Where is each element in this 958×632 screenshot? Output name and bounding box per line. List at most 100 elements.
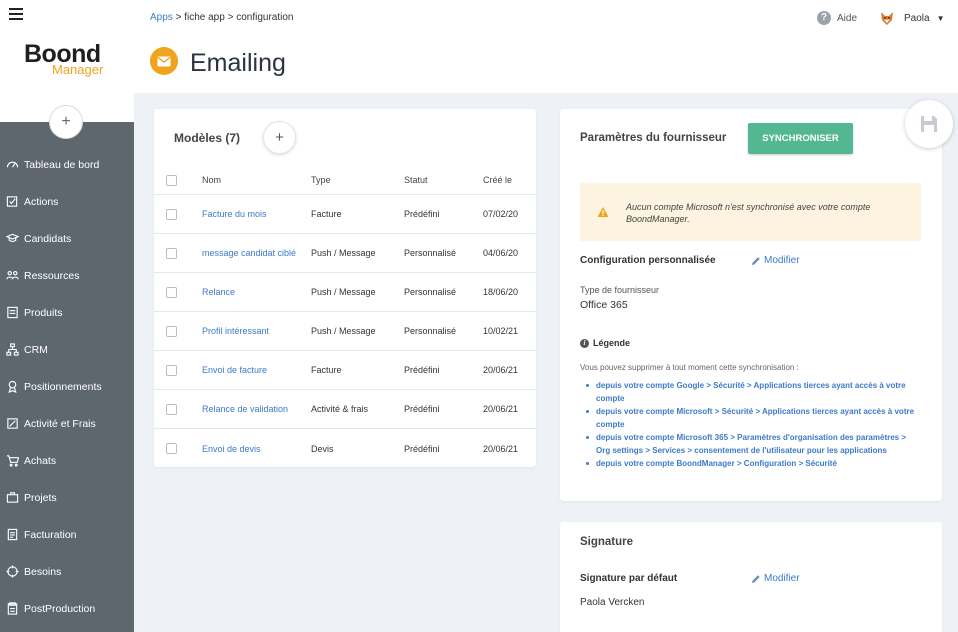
sidebar-item-facturation[interactable]: Facturation <box>0 516 134 553</box>
signature-value: Paola Vercken <box>580 597 645 608</box>
pencil-icon <box>752 256 760 265</box>
info-icon: i <box>580 338 589 348</box>
model-type: Activité & frais <box>311 404 369 414</box>
signature-card: Signature Signature par défaut Modifier … <box>560 522 942 632</box>
table-row[interactable]: Envoi de facture Facture Prédéfini 20/06/21 <box>154 351 536 390</box>
sidebar-item-label: Tableau de bord <box>24 158 100 171</box>
sidebar-item-actions[interactable]: Actions <box>0 183 134 220</box>
column-header-status[interactable]: Statut <box>404 175 483 185</box>
sidebar-item-label: Ressources <box>24 269 80 282</box>
save-icon <box>921 116 937 132</box>
signature-title: Signature <box>580 536 634 548</box>
sidebar-item-tableau-de-bord[interactable]: Tableau de bord <box>0 146 134 183</box>
synchronize-button[interactable]: SYNCHRONISER <box>748 123 853 154</box>
sidebar-item-positionnements[interactable]: Positionnements <box>0 368 134 405</box>
sidebar-item-label: Actions <box>24 195 59 208</box>
table-body: Facture du mois Facture Prédéfini 07/02/20 m… <box>154 195 536 468</box>
sidebar-item-candidats[interactable]: Candidats <box>0 220 134 257</box>
sidebar-item-label: Besoins <box>24 565 62 578</box>
legend-item: depuis votre compte Google > Sécurité > … <box>586 379 921 405</box>
row-checkbox[interactable] <box>166 325 177 337</box>
row-checkbox[interactable] <box>166 208 177 220</box>
breadcrumb-separator: > <box>224 12 237 23</box>
save-button[interactable] <box>905 100 953 148</box>
model-name-link[interactable]: Envoi de facture <box>202 364 311 376</box>
model-name-link[interactable]: Facture du mois <box>202 208 311 220</box>
logo[interactable]: Boond Manager <box>24 40 114 80</box>
model-name-link[interactable]: Profil intéressant <box>202 325 311 337</box>
model-status: Prédéfini <box>404 209 440 219</box>
sidebar-item-label: Candidats <box>24 232 72 245</box>
sidebar-add-button[interactable]: + <box>49 105 83 139</box>
table-row[interactable]: Relance de validation Activité & frais Pré… <box>154 390 536 429</box>
legend-list: depuis votre compte Google > Sécurité > … <box>586 379 921 470</box>
email-icon <box>150 47 178 75</box>
sidebar-item-ressources[interactable]: Ressources <box>0 257 134 294</box>
sidebar-item-achats[interactable]: Achats <box>0 442 134 479</box>
breadcrumb-config: configuration <box>236 12 294 23</box>
user-menu[interactable]: Paola ▼ <box>879 10 945 26</box>
breadcrumb-apps[interactable]: Apps <box>150 12 173 23</box>
model-date: 07/02/20 <box>483 209 519 219</box>
model-name-link[interactable]: Envoi de devis <box>202 443 311 455</box>
dashboard-icon <box>5 158 19 172</box>
hamburger-menu-icon[interactable] <box>9 8 23 20</box>
model-status: Prédéfini <box>404 365 440 375</box>
sidebar: Boond Manager + Tableau de bord Actions Ca… <box>0 0 134 632</box>
row-checkbox[interactable] <box>166 443 177 454</box>
table-row[interactable]: Relance Push / Message Personnalisé 18/06/2… <box>154 273 536 312</box>
postproduction-icon <box>5 602 19 616</box>
breadcrumb: Apps > fiche app > configuration <box>150 12 293 23</box>
model-type: Push / Message <box>311 248 376 258</box>
actions-icon <box>5 195 19 209</box>
warning-alert: Aucun compte Microsoft n'est synchronisé… <box>580 183 921 241</box>
needs-icon <box>5 565 19 579</box>
model-name-link[interactable]: Relance de validation <box>202 403 311 415</box>
logo-subtext: Manager <box>52 62 104 77</box>
sidebar-item-crm[interactable]: CRM <box>0 331 134 368</box>
provider-type-label: Type de fournisseur <box>580 285 660 295</box>
breadcrumb-separator: > <box>172 12 185 23</box>
avatar-icon <box>881 12 893 25</box>
model-date: 04/06/20 <box>483 248 519 258</box>
modify-signature-link[interactable]: Modifier <box>751 573 800 584</box>
model-name-link[interactable]: message candidat ciblé <box>202 247 311 259</box>
sidebar-item-produits[interactable]: Produits <box>0 294 134 331</box>
table-row[interactable]: Envoi de devis Devis Prédéfini 20/06/21 <box>154 429 536 468</box>
select-all-checkbox[interactable] <box>166 174 177 186</box>
table-row[interactable]: Profil intéressant Push / Message Personna… <box>154 312 536 351</box>
model-type: Devis <box>311 443 334 454</box>
column-header-date[interactable]: Créé le <box>483 175 536 185</box>
billing-icon <box>5 528 19 542</box>
column-header-name[interactable]: Nom <box>202 175 311 185</box>
projects-icon <box>5 491 19 505</box>
custom-config-label: Configuration personnalisée <box>580 255 716 266</box>
row-checkbox[interactable] <box>166 247 177 259</box>
models-title: Modèles (7) <box>174 131 241 145</box>
table-header: Nom Type Statut Créé le <box>154 166 536 195</box>
sidebar-item-activite-et-frais[interactable]: Activité et Frais <box>0 405 134 442</box>
model-status: Personnalisé <box>404 248 457 258</box>
help-button[interactable]: ? Aide <box>817 11 857 25</box>
row-checkbox[interactable] <box>166 403 177 415</box>
legend-item: depuis votre compte BoondManager > Confi… <box>586 457 921 470</box>
row-checkbox[interactable] <box>166 286 177 298</box>
breadcrumb-fiche[interactable]: fiche app <box>184 12 225 23</box>
row-checkbox[interactable] <box>166 364 177 376</box>
column-header-type[interactable]: Type <box>311 175 404 185</box>
table-row[interactable]: message candidat ciblé Push / Message Pers… <box>154 234 536 273</box>
provider-settings-card: Paramètres du fournisseur SYNCHRONISER A… <box>560 109 942 501</box>
table-row[interactable]: Facture du mois Facture Prédéfini 07/02/20 <box>154 195 536 234</box>
model-date: 10/02/21 <box>483 326 519 336</box>
model-type: Push / Message <box>311 326 376 336</box>
sidebar-item-besoins[interactable]: Besoins <box>0 553 134 590</box>
modify-config-link[interactable]: Modifier <box>751 255 800 266</box>
modify-signature-label: Modifier <box>764 573 800 584</box>
sidebar-item-postproduction[interactable]: PostProduction <box>0 590 134 627</box>
sidebar-item-projets[interactable]: Projets <box>0 479 134 516</box>
help-label: Aide <box>837 12 858 24</box>
model-type: Facture <box>311 365 342 375</box>
model-name-link[interactable]: Relance <box>202 286 311 298</box>
add-model-button[interactable]: + <box>263 121 296 154</box>
modify-config-label: Modifier <box>764 255 800 266</box>
